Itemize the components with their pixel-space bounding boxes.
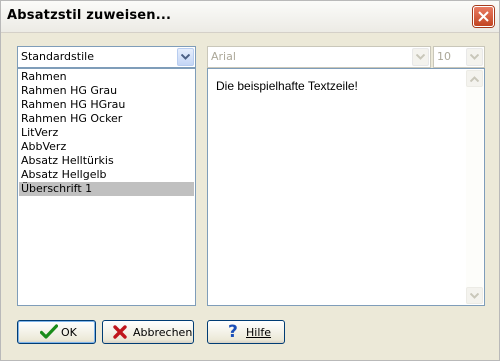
ok-button[interactable]: OK xyxy=(17,320,96,344)
style-category-dropdown-button[interactable] xyxy=(177,48,194,66)
list-item-selected[interactable]: Überschrift 1 xyxy=(19,182,194,196)
list-item[interactable]: Rahmen xyxy=(19,70,194,84)
cancel-button[interactable]: Abbrechen xyxy=(102,320,194,344)
chevron-down-icon xyxy=(470,293,479,299)
cancel-x-icon xyxy=(113,325,127,339)
list-item[interactable]: Rahmen HG HGrau xyxy=(19,98,194,112)
font-name-value: Arial xyxy=(211,50,236,63)
font-size-combo: 10 xyxy=(433,46,485,68)
style-listbox[interactable]: Rahmen Rahmen HG Grau Rahmen HG HGrau Ra… xyxy=(17,68,196,306)
preview-text: Die beispielhafte Textzeile! xyxy=(216,79,358,93)
help-button[interactable]: ? Hilfe xyxy=(207,320,285,344)
font-name-dropdown-button xyxy=(412,48,429,66)
list-item[interactable]: LitVerz xyxy=(19,126,194,140)
close-icon xyxy=(478,11,489,22)
list-item[interactable]: Rahmen HG Grau xyxy=(19,84,194,98)
scroll-down-button[interactable] xyxy=(466,287,483,304)
chevron-up-icon xyxy=(470,76,479,82)
help-question-icon: ? xyxy=(228,322,238,342)
window-title: Absatzstil zuweisen... xyxy=(7,8,172,23)
list-item[interactable]: Absatz Hellgelb xyxy=(19,168,194,182)
list-item[interactable]: Absatz Helltürkis xyxy=(19,154,194,168)
font-name-combo: Arial xyxy=(207,46,431,68)
dialog-window: Absatzstil zuweisen... Standardstile Rah… xyxy=(0,0,500,361)
preview-pane: Die beispielhafte Textzeile! xyxy=(207,68,485,306)
checkmark-icon xyxy=(40,324,58,339)
cancel-label: Abbrechen xyxy=(133,326,193,339)
style-category-combo[interactable]: Standardstile xyxy=(17,46,196,68)
font-size-dropdown-button xyxy=(466,48,483,66)
help-label: Hilfe xyxy=(246,326,272,339)
chevron-down-icon xyxy=(470,54,479,60)
scroll-up-button[interactable] xyxy=(466,70,483,87)
close-button[interactable] xyxy=(473,6,494,27)
list-item[interactable]: AbbVerz xyxy=(19,140,194,154)
chevron-down-icon xyxy=(416,54,425,60)
ok-label: OK xyxy=(61,326,77,339)
font-size-value: 10 xyxy=(437,50,451,63)
chevron-down-icon xyxy=(181,54,190,60)
preview-scrollbar[interactable] xyxy=(466,70,483,304)
title-bar[interactable]: Absatzstil zuweisen... xyxy=(1,1,499,33)
list-item[interactable]: Rahmen HG Ocker xyxy=(19,112,194,126)
style-category-value: Standardstile xyxy=(21,50,94,63)
